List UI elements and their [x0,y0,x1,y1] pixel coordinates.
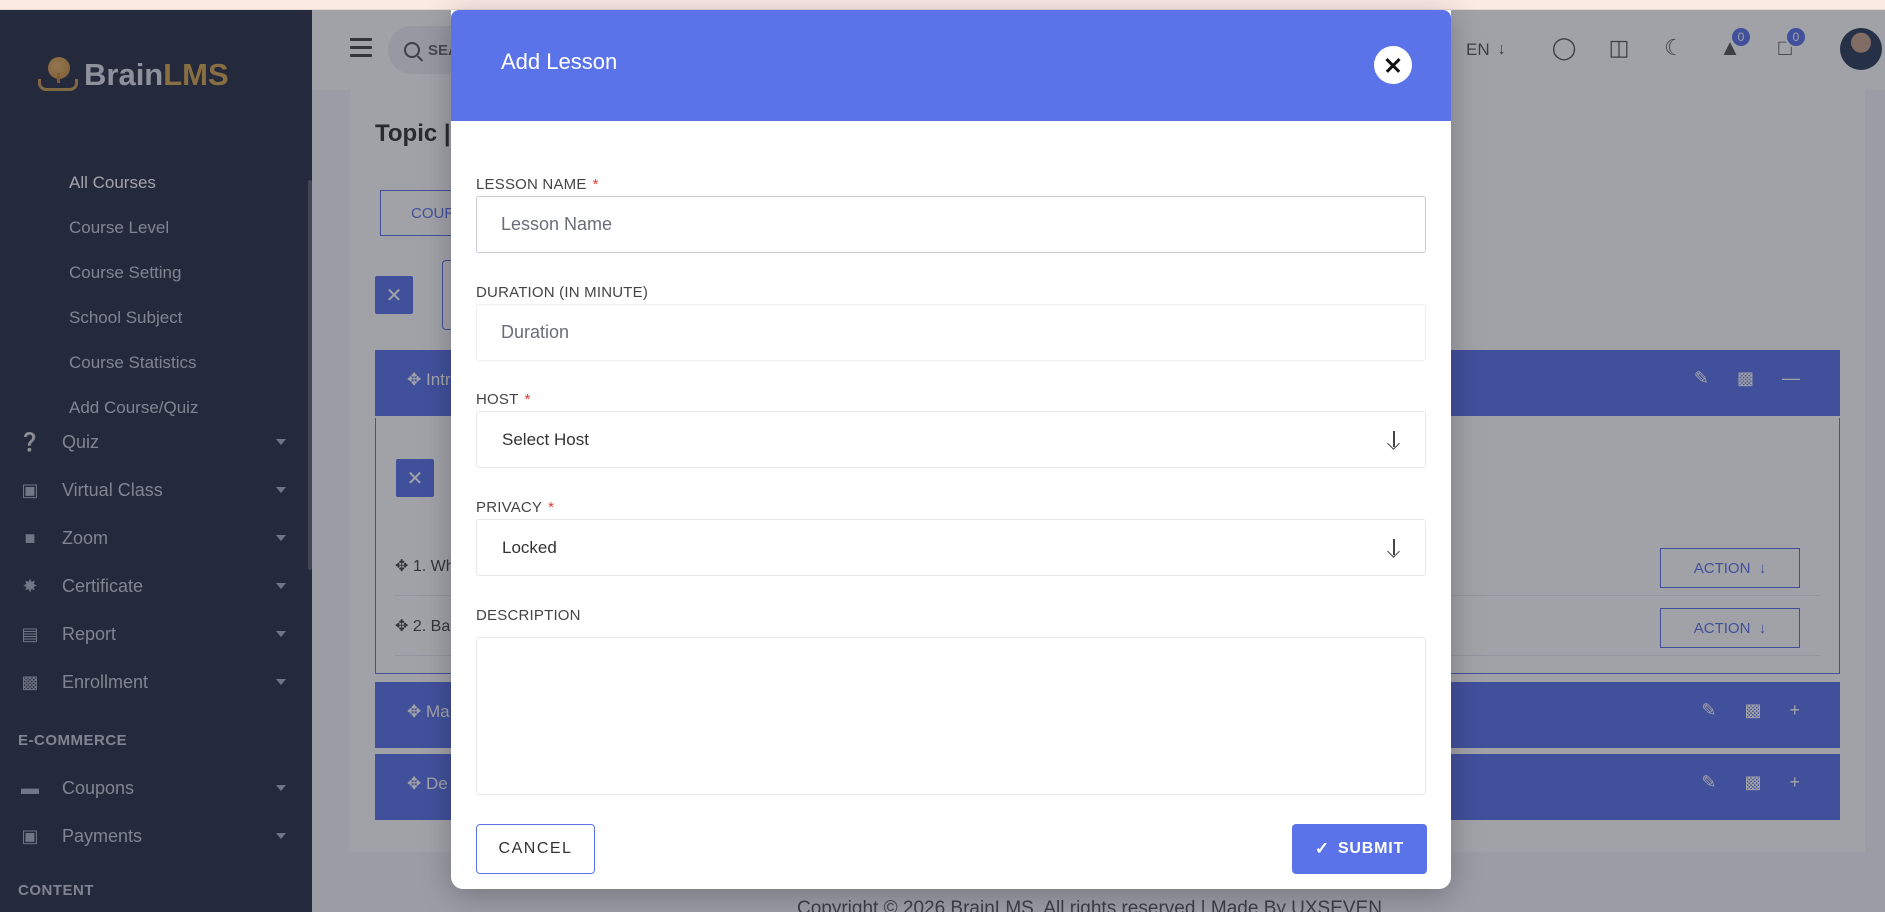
browser-top-strip [0,0,1885,10]
duration-input[interactable] [476,304,1426,361]
add-lesson-modal: Add Lesson LESSON NAME* DURATION (IN MIN… [451,10,1451,889]
modal-header: Add Lesson [451,10,1451,121]
description-textarea[interactable] [476,637,1426,795]
host-select[interactable]: Select Host [476,411,1426,468]
host-label: HOST * [476,391,531,408]
description-label: DESCRIPTION [476,607,581,624]
check-icon: ✓ [1314,839,1330,858]
privacy-selected-value: Locked [502,537,557,557]
submit-label: SUBMIT [1337,840,1405,857]
close-button[interactable] [1374,46,1412,84]
privacy-select[interactable]: Locked [476,519,1426,576]
modal-title: Add Lesson [501,49,618,74]
arrow-down-icon [1387,538,1401,558]
arrow-down-icon [1387,430,1401,450]
cancel-button[interactable]: CANCEL [476,824,595,874]
lesson-name-label: LESSON NAME * [476,176,599,193]
privacy-label: PRIVACY * [476,499,555,516]
submit-button[interactable]: ✓ SUBMIT [1292,824,1427,874]
duration-label: DURATION (IN MINUTE) [476,284,649,301]
lesson-name-input[interactable] [476,196,1426,253]
host-selected-value: Select Host [502,429,589,449]
